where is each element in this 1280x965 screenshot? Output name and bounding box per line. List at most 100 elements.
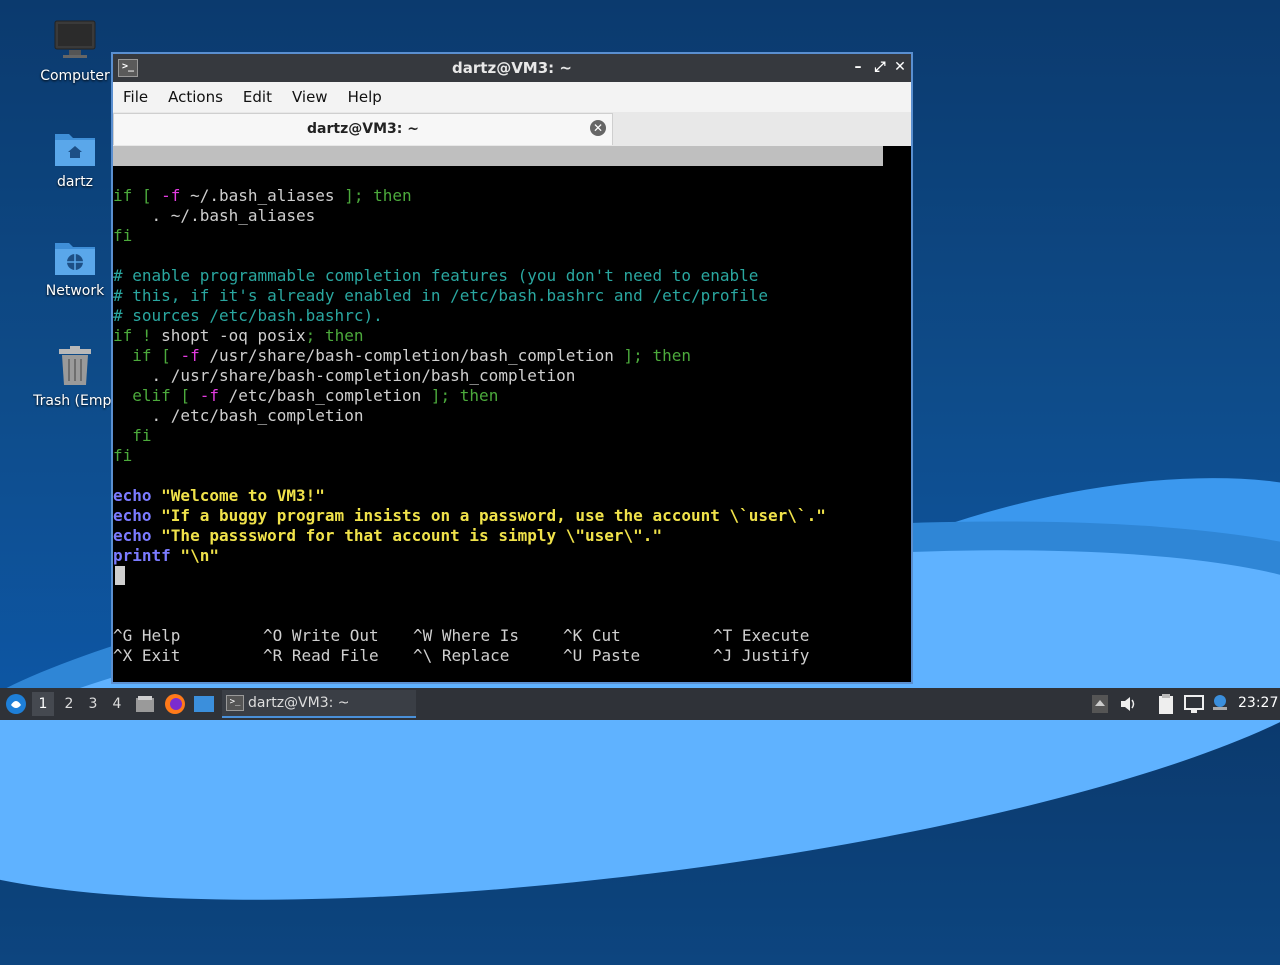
tab-terminal[interactable]: dartz@VM3: ~ ✕: [113, 113, 613, 145]
shortcut-key: ^G: [113, 626, 133, 645]
window-titlebar[interactable]: >_ dartz@VM3: ~ – ⤢ ✕: [113, 54, 911, 82]
shortcut-label: Help: [141, 626, 181, 645]
menu-actions[interactable]: Actions: [158, 88, 233, 106]
desktop-icon-computer[interactable]: Computer: [25, 18, 125, 84]
shortcut-replace: ^\ Replace: [413, 646, 509, 666]
menu-file[interactable]: File: [113, 88, 158, 106]
menubar: File Actions Edit View Help: [113, 82, 911, 112]
firefox-icon[interactable]: [164, 693, 186, 715]
shortcut-help: ^G Help: [113, 626, 180, 646]
code-token: -f: [199, 386, 219, 405]
shortcut-label: Replace: [441, 646, 510, 665]
code-token: shopt -oq posix: [161, 326, 306, 345]
code-line: if [ -f /usr/share/bash-completion/bash_…: [113, 346, 691, 366]
network-status-icon[interactable]: [1183, 694, 1205, 714]
code-token: "Welcome to VM3!": [151, 486, 325, 505]
code-token: echo: [113, 506, 152, 525]
code-token: ~/.bash_aliases: [180, 186, 345, 205]
menu-view[interactable]: View: [282, 88, 338, 106]
maximize-button[interactable]: ⤢: [871, 57, 889, 77]
shortcut-cut: ^K Cut: [563, 626, 621, 646]
clipboard-icon[interactable]: [1156, 693, 1176, 715]
desktop-icon-trash[interactable]: Trash (Empt: [25, 345, 125, 409]
code-token: -f: [161, 186, 181, 205]
code-token: "The passsword for that account is simpl…: [151, 526, 663, 545]
start-menu-icon[interactable]: [5, 693, 27, 715]
taskbar: 1 2 3 4 >_ dartz@VM3: ~ 23:27: [0, 688, 1280, 720]
code-line: if [ -f ~/.bash_aliases ]; then: [113, 186, 412, 206]
shortcut-label: Cut: [591, 626, 621, 645]
code-token: ; then: [305, 326, 364, 345]
code-line: . /usr/share/bash-completion/bash_comple…: [113, 366, 576, 385]
code-line: fi: [113, 226, 133, 245]
code-token: /etc/bash_completion: [218, 386, 431, 405]
show-desktop-icon[interactable]: [193, 694, 215, 714]
shortcut-where-is: ^W Where Is: [413, 626, 519, 646]
shortcut-read-file: ^R Read File: [263, 646, 379, 666]
tab-close-icon[interactable]: ✕: [590, 120, 606, 136]
network-folder-icon: [55, 243, 95, 275]
code-token: "If a buggy program insists on a passwor…: [151, 506, 826, 525]
tab-label: dartz@VM3: ~: [307, 121, 419, 137]
monitor-icon: [54, 20, 96, 58]
tab-bar: dartz@VM3: ~ ✕: [113, 112, 911, 147]
workspace-1[interactable]: 1: [32, 692, 54, 716]
code-line: echo "The passsword for that account is …: [113, 526, 662, 546]
shortcut-execute: ^T Execute: [713, 626, 809, 646]
code-token: ]; then: [344, 186, 412, 205]
workspace-3[interactable]: 3: [82, 692, 104, 716]
shortcut-label: Exit: [141, 646, 181, 665]
shortcut-justify: ^J Justify: [713, 646, 809, 666]
code-line: echo "Welcome to VM3!": [113, 486, 325, 506]
shortcut-exit: ^X Exit: [113, 646, 180, 666]
shortcut-key: ^R: [263, 646, 283, 665]
taskbar-task-terminal[interactable]: >_ dartz@VM3: ~: [222, 690, 416, 718]
desktop-icon-home[interactable]: dartz: [25, 128, 125, 190]
notification-icon[interactable]: [1210, 693, 1230, 713]
nano-version: GNU nano 5.6.1: [133, 166, 268, 185]
home-folder-icon: [55, 134, 95, 166]
shortcut-write-out: ^O Write Out: [263, 626, 379, 646]
code-token: -f: [180, 346, 200, 365]
desktop-icon-network[interactable]: Network: [25, 237, 125, 299]
shortcut-paste: ^U Paste: [563, 646, 640, 666]
shortcut-key: ^J: [713, 646, 733, 665]
desktop-icon-label: Trash (Empt: [33, 393, 117, 409]
text-cursor: [115, 566, 125, 585]
minimize-button[interactable]: –: [849, 57, 867, 77]
desktop-icon-label: Network: [45, 283, 105, 299]
tray-arrow-icon[interactable]: [1091, 694, 1109, 714]
shortcut-label: Write Out: [291, 626, 379, 645]
code-token: ]; then: [623, 346, 691, 365]
code-token: if [: [113, 186, 162, 205]
code-line: elif [ -f /etc/bash_completion ]; then: [113, 386, 498, 406]
code-line: . ~/.bash_aliases: [113, 206, 316, 225]
menu-edit[interactable]: Edit: [233, 88, 282, 106]
code-line: fi: [113, 426, 152, 445]
code-line: # sources /etc/bash.bashrc).: [113, 306, 383, 325]
shortcut-key: ^U: [563, 646, 583, 665]
file-manager-icon[interactable]: [135, 694, 155, 714]
code-line: printf "\n": [113, 546, 219, 566]
shortcut-key: ^O: [263, 626, 283, 645]
clock[interactable]: 23:27: [1238, 695, 1278, 711]
shortcut-key: ^X: [113, 646, 133, 665]
code-token: "\n": [170, 546, 219, 565]
shortcut-key: ^K: [563, 626, 583, 645]
menu-help[interactable]: Help: [338, 88, 392, 106]
close-button[interactable]: ✕: [891, 57, 909, 77]
shortcut-label: Read File: [291, 646, 379, 665]
desktop-icon-label: dartz: [56, 174, 94, 190]
volume-icon[interactable]: [1118, 694, 1138, 714]
code-token: if !: [113, 326, 162, 345]
workspace-4[interactable]: 4: [106, 692, 128, 716]
nano-header: GNU nano 5.6.1 .bashrc *: [113, 146, 883, 205]
desktop-icon-label: Computer: [40, 68, 110, 84]
terminal-content[interactable]: GNU nano 5.6.1 .bashrc * if [ -f ~/.bash…: [113, 146, 911, 682]
shortcut-label: Paste: [591, 646, 641, 665]
terminal-window: >_ dartz@VM3: ~ – ⤢ ✕ File Actions Edit …: [111, 52, 913, 684]
workspace-2[interactable]: 2: [58, 692, 80, 716]
task-label: dartz@VM3: ~: [248, 695, 350, 711]
code-token: echo: [113, 526, 152, 545]
code-line: # this, if it's already enabled in /etc/…: [113, 286, 769, 305]
